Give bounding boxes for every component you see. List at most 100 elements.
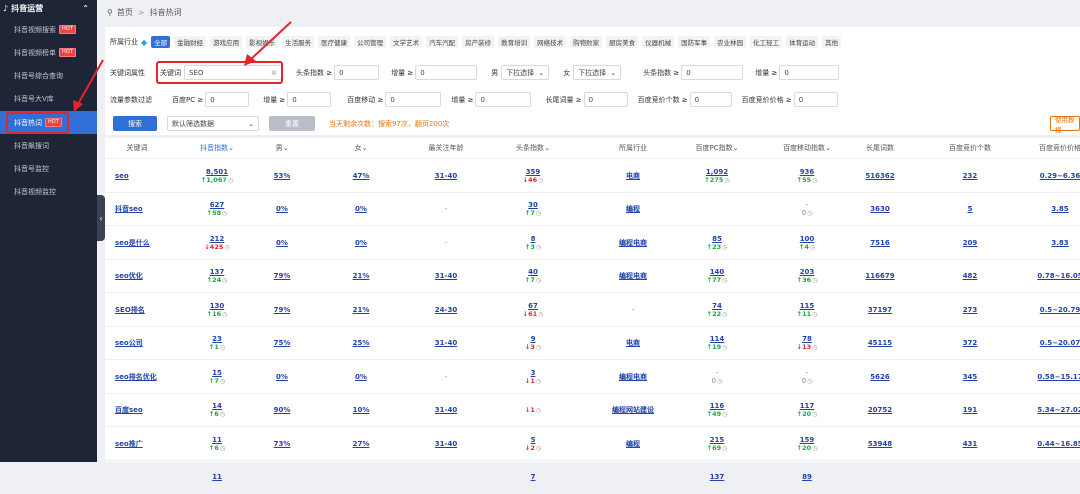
sidebar-item-video-monitor[interactable]: 抖音视频监控 — [0, 180, 97, 203]
clock-icon[interactable]: ◷ — [536, 378, 541, 385]
industry-link[interactable]: 电商 — [626, 339, 640, 347]
baidu-pc-value[interactable]: 1,092 — [706, 168, 728, 176]
reset-button[interactable]: 重置 — [269, 116, 315, 131]
bid-count[interactable]: 232 — [963, 172, 978, 180]
male-ratio[interactable]: 0% — [276, 205, 288, 213]
industry-tag[interactable]: 体育运动 — [786, 36, 819, 48]
industry-tag[interactable]: 游戏应用 — [210, 36, 243, 48]
bid-count-input[interactable]: 0 — [689, 92, 732, 107]
toutiao-index-value[interactable]: 3 — [531, 369, 536, 377]
sort-chevron-icon[interactable]: ⌄ — [825, 144, 831, 152]
female-ratio[interactable]: 0% — [355, 239, 367, 247]
baidu-mobile-value[interactable]: 89 — [802, 473, 812, 481]
bid-price-range[interactable]: 0.5~20.79 — [1040, 306, 1080, 314]
industry-tag[interactable]: 化工轻工 — [750, 36, 783, 48]
industry-tag[interactable]: 医疗健康 — [318, 36, 351, 48]
age-range[interactable]: 31-40 — [435, 339, 457, 347]
clock-icon[interactable]: ◷ — [722, 277, 727, 284]
clock-icon[interactable]: ◷ — [722, 411, 727, 418]
female-ratio[interactable]: 27% — [353, 440, 370, 448]
tutorial-button[interactable]: 使用教程 — [1050, 116, 1080, 134]
douyin-index-value[interactable]: 137 — [210, 268, 225, 276]
clock-icon[interactable]: ◷ — [536, 210, 541, 217]
clock-icon[interactable]: ◷ — [224, 244, 229, 251]
male-ratio[interactable]: 0% — [276, 373, 288, 381]
industry-tag[interactable]: 房产装修 — [462, 36, 495, 48]
industry-tag[interactable]: 购物败家 — [570, 36, 603, 48]
clock-icon[interactable]: ◷ — [722, 344, 727, 351]
longtail-count[interactable]: 37197 — [868, 306, 892, 314]
keyword-link[interactable]: 百度seo — [115, 406, 143, 414]
increment-input[interactable]: 0 — [415, 65, 478, 80]
longtail-count[interactable]: 3630 — [870, 205, 889, 213]
clock-icon[interactable]: ◷ — [220, 411, 225, 418]
bid-price-range[interactable]: 0.44~16.85 — [1037, 440, 1080, 448]
longtail-count[interactable]: 516362 — [865, 172, 894, 180]
clock-icon[interactable]: ◷ — [222, 311, 227, 318]
baidu-mobile-value[interactable]: 936 — [800, 168, 815, 176]
industry-tag[interactable]: 仪器机械 — [642, 36, 675, 48]
industry-link[interactable]: 编程电商 — [619, 239, 647, 247]
bid-count[interactable]: 372 — [963, 339, 978, 347]
keyword-link[interactable]: seo — [115, 172, 129, 180]
toutiao-index-value[interactable]: 359 — [526, 168, 541, 176]
longtail-count[interactable]: 5626 — [870, 373, 889, 381]
industry-tag[interactable]: 汽车汽配 — [426, 36, 459, 48]
baidu-pc-value[interactable]: 137 — [710, 473, 725, 481]
clock-icon[interactable]: ◷ — [812, 311, 817, 318]
toutiao-index-value[interactable]: 8 — [531, 235, 536, 243]
male-ratio[interactable]: 53% — [274, 172, 291, 180]
clock-icon[interactable]: ◷ — [538, 311, 543, 318]
clock-icon[interactable]: ◷ — [812, 344, 817, 351]
clock-icon[interactable]: ◷ — [717, 378, 722, 385]
bid-price-range[interactable]: 5.34~27.02 — [1037, 406, 1080, 414]
male-ratio[interactable]: 73% — [274, 440, 291, 448]
industry-tag[interactable]: 农业林园 — [714, 36, 747, 48]
industry-tag[interactable]: 网络技术 — [534, 36, 567, 48]
baidu-pc-value[interactable]: 74 — [712, 302, 722, 310]
toutiao-index-value[interactable]: 30 — [528, 201, 538, 209]
longtail-count[interactable]: 20752 — [868, 406, 892, 414]
baidu-pc-value[interactable]: 140 — [710, 268, 725, 276]
clock-icon[interactable]: ◷ — [536, 244, 541, 251]
keyword-link[interactable]: seo优化 — [115, 272, 143, 280]
age-range[interactable]: 31-40 — [435, 172, 457, 180]
breadcrumb-home[interactable]: 首页 — [117, 7, 133, 18]
sidebar-item-soaring-words[interactable]: 抖音飙搜词 — [0, 134, 97, 157]
sidebar-section-header[interactable]: ♪ 抖音运营 ⌃ — [0, 0, 97, 16]
female-select[interactable]: 下拉选择 ⌄ — [573, 65, 622, 80]
baidu-pc-input[interactable]: 0 — [205, 92, 250, 107]
sidebar-item-video-search[interactable]: 抖音视频搜索 HOT — [0, 18, 97, 41]
baidu-mobile-value[interactable]: 203 — [800, 268, 815, 276]
female-ratio[interactable]: 0% — [355, 373, 367, 381]
baidu-mobile-value[interactable]: 78 — [802, 335, 812, 343]
baidu-pc-value[interactable]: 114 — [710, 335, 725, 343]
toutiao-index-value[interactable]: 40 — [528, 268, 538, 276]
filter-preset-select[interactable]: 默认筛选数据 ⌄ — [167, 116, 259, 131]
search-button[interactable]: 搜索 — [113, 116, 157, 131]
keyword-link[interactable]: seo公司 — [115, 339, 143, 347]
douyin-index-value[interactable]: 23 — [212, 335, 222, 343]
longtail-count[interactable]: 116679 — [865, 272, 894, 280]
column-header[interactable]: 头条指数 ⌄ — [503, 138, 563, 158]
clock-icon[interactable]: ◷ — [807, 210, 812, 217]
sidebar-item-big-v[interactable]: 抖音号大V库 — [0, 87, 97, 110]
baidu-mobile-value[interactable]: 115 — [800, 302, 815, 310]
female-ratio[interactable]: 0% — [355, 205, 367, 213]
longtail-count[interactable]: 7516 — [870, 239, 889, 247]
bid-price-range[interactable]: 0.58~15.17 — [1037, 373, 1080, 381]
male-ratio[interactable]: 79% — [274, 272, 291, 280]
bid-price-range[interactable]: 0.5~20.07 — [1040, 339, 1080, 347]
sort-chevron-icon[interactable]: ⌄ — [362, 144, 368, 152]
female-ratio[interactable]: 47% — [353, 172, 370, 180]
age-range[interactable]: 31-40 — [435, 272, 457, 280]
toutiao-index-value[interactable]: 5 — [531, 436, 536, 444]
longtail-count[interactable]: 45115 — [868, 339, 892, 347]
industry-link[interactable]: 电商 — [626, 172, 640, 180]
increment-input-4[interactable]: 0 — [475, 92, 532, 107]
column-header[interactable]: 百度移动指数 ⌄ — [772, 138, 842, 158]
industry-tag[interactable]: 文学艺术 — [390, 36, 423, 48]
clock-icon[interactable]: ◷ — [222, 277, 227, 284]
chevron-up-icon[interactable]: ⌃ — [82, 4, 89, 13]
industry-link[interactable]: 编程 — [626, 440, 640, 448]
